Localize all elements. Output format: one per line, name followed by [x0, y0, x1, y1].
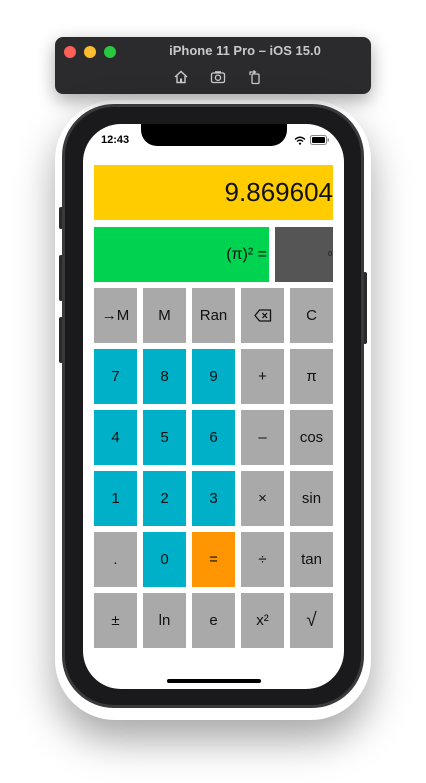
decimal-button[interactable]: . — [94, 532, 137, 587]
memory-value: 0 — [328, 251, 332, 258]
backspace-icon — [253, 309, 271, 322]
home-icon[interactable] — [173, 69, 189, 85]
negate-button[interactable]: ± — [94, 593, 137, 648]
digit-4-button[interactable]: 4 — [94, 410, 137, 465]
divide-button[interactable]: ÷ — [241, 532, 284, 587]
square-button[interactable]: x² — [241, 593, 284, 648]
expression-display: (π)² = — [94, 227, 269, 282]
result-value: 9.869604 — [224, 177, 333, 207]
pi-button[interactable]: π — [290, 349, 333, 404]
status-icons — [294, 135, 330, 145]
ln-button[interactable]: ln — [143, 593, 186, 648]
memory-store-button[interactable]: →M — [94, 288, 137, 343]
expression-text: (π)² = — [226, 245, 267, 263]
digit-0-button[interactable]: 0 — [143, 532, 186, 587]
digit-5-button[interactable]: 5 — [143, 410, 186, 465]
phone-screen: 12:43 9.869604 (π)² = 0 →M M Ran C 7 8 9… — [83, 124, 344, 689]
simulator-window: iPhone 11 Pro – iOS 15.0 12:43 9.869604 … — [0, 0, 426, 783]
digit-9-button[interactable]: 9 — [192, 349, 235, 404]
equals-button[interactable]: = — [192, 532, 235, 587]
result-display: 9.869604 — [94, 165, 333, 220]
wifi-icon — [294, 136, 306, 145]
clear-button[interactable]: C — [290, 288, 333, 343]
battery-icon — [310, 135, 329, 145]
digit-8-button[interactable]: 8 — [143, 349, 186, 404]
e-button[interactable]: e — [192, 593, 235, 648]
backspace-button[interactable] — [241, 288, 284, 343]
digit-1-button[interactable]: 1 — [94, 471, 137, 526]
multiply-button[interactable]: × — [241, 471, 284, 526]
sin-button[interactable]: sin — [290, 471, 333, 526]
notch — [141, 124, 287, 146]
digit-6-button[interactable]: 6 — [192, 410, 235, 465]
simulator-title-bar: iPhone 11 Pro – iOS 15.0 — [55, 37, 371, 94]
minus-button[interactable]: – — [241, 410, 284, 465]
memory-display: 0 — [275, 227, 333, 282]
minimize-window-button[interactable] — [84, 46, 96, 58]
cos-button[interactable]: cos — [290, 410, 333, 465]
plus-button[interactable]: + — [241, 349, 284, 404]
simulator-title: iPhone 11 Pro – iOS 15.0 — [169, 43, 321, 58]
sqrt-button[interactable]: √ — [290, 593, 333, 648]
rotate-icon[interactable] — [247, 69, 263, 85]
tan-button[interactable]: tan — [290, 532, 333, 587]
digit-7-button[interactable]: 7 — [94, 349, 137, 404]
close-window-button[interactable] — [64, 46, 76, 58]
digit-2-button[interactable]: 2 — [143, 471, 186, 526]
screenshot-icon[interactable] — [210, 69, 226, 85]
random-button[interactable]: Ran — [192, 288, 235, 343]
home-indicator — [167, 679, 261, 683]
digit-3-button[interactable]: 3 — [192, 471, 235, 526]
memory-recall-button[interactable]: M — [143, 288, 186, 343]
zoom-window-button[interactable] — [104, 46, 116, 58]
status-time: 12:43 — [101, 134, 130, 146]
expression-row: (π)² = 0 — [94, 227, 333, 282]
